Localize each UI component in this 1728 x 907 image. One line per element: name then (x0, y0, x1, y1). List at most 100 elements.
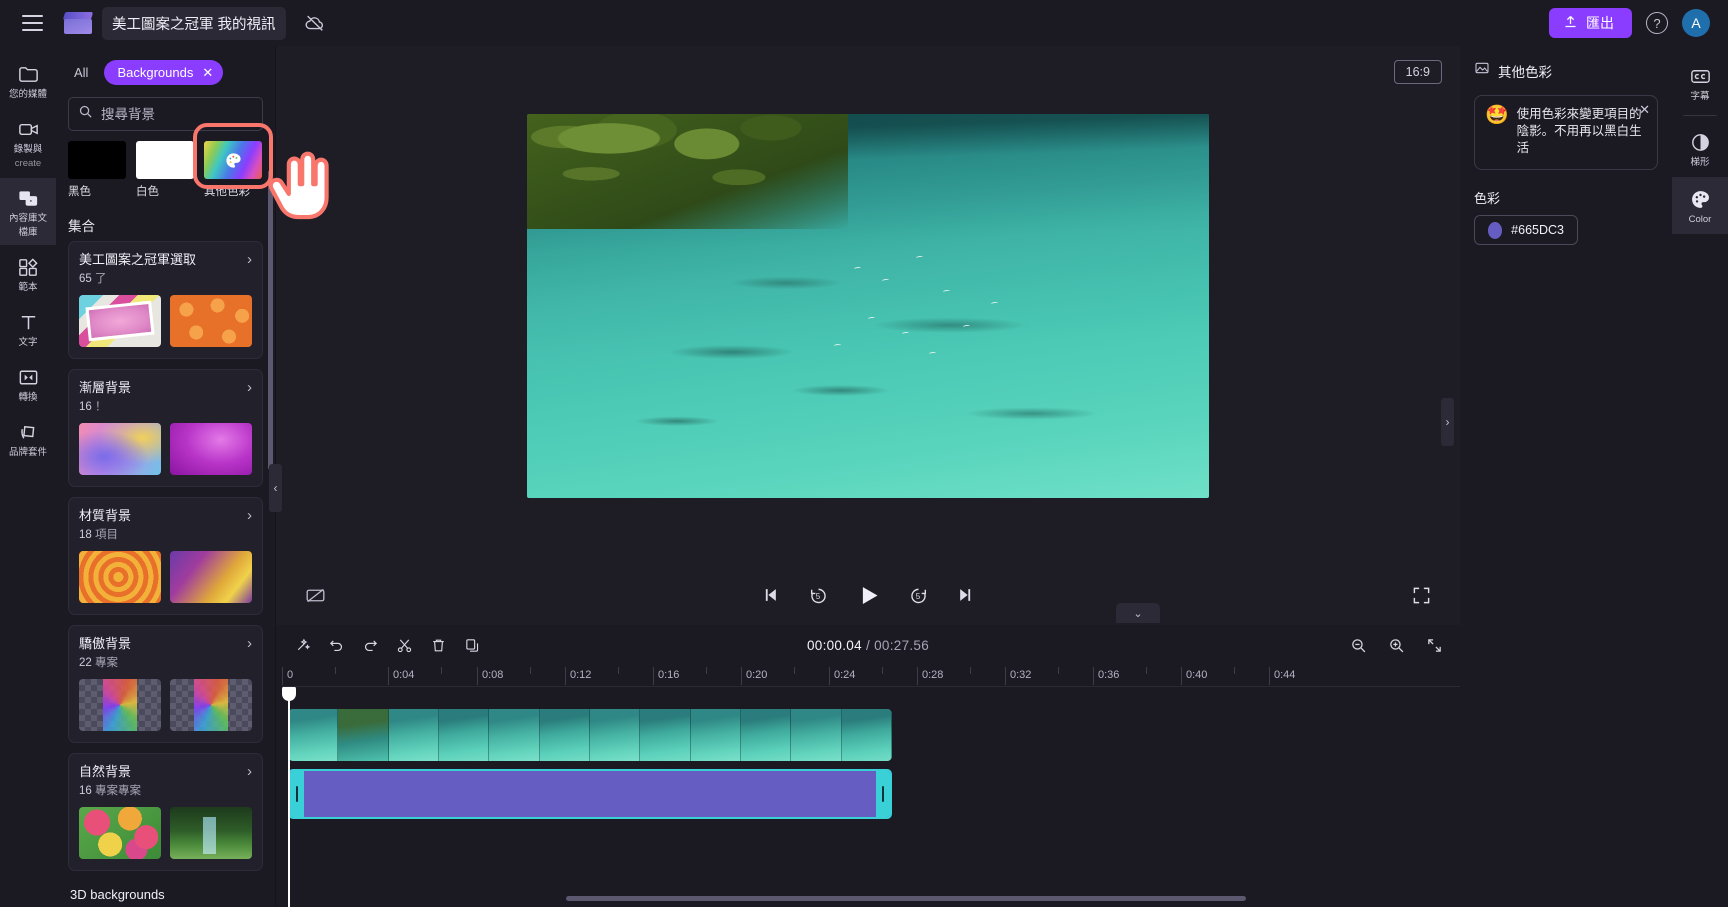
chevron-right-icon[interactable]: › (241, 380, 252, 396)
chevron-right-icon[interactable]: › (241, 636, 252, 652)
collection-name-partial[interactable]: 3D backgrounds (68, 881, 263, 902)
collection-count-number: 65 (79, 273, 92, 285)
timeline-tracks[interactable] (282, 687, 1460, 907)
sidebar-item-text[interactable]: 文字 (0, 302, 56, 355)
project-title[interactable]: 美工圖案之冠軍 我的視訊 (102, 6, 286, 40)
content-panel: All Backgrounds ✕ 黑色 (56, 46, 282, 907)
right-rail-item-fade[interactable]: 梯形 (1672, 120, 1728, 177)
sidebar-label: 您的媒體 (8, 89, 47, 100)
split-icon[interactable] (390, 631, 418, 659)
color-preview-dot (1488, 221, 1503, 239)
captions-off-icon[interactable] (302, 582, 328, 608)
skip-previous-icon[interactable] (757, 582, 783, 608)
collection-thumbnail[interactable] (79, 679, 161, 731)
current-time: 00:00.04 (806, 637, 862, 653)
play-button[interactable] (853, 580, 883, 610)
collection-thumbnail[interactable] (79, 295, 161, 347)
forward-5-icon[interactable]: 5 (905, 582, 931, 608)
sidebar-item-record-create[interactable]: 錄製與 create (0, 109, 56, 176)
avatar[interactable]: A (1682, 9, 1710, 37)
collection-card[interactable]: 美工圖案之冠軍選取 65 了 › (68, 241, 263, 359)
zoom-in-icon[interactable] (1382, 631, 1410, 659)
duplicate-icon[interactable] (458, 631, 486, 659)
swatch-black[interactable]: 黑色 (68, 141, 126, 199)
chip-backgrounds[interactable]: Backgrounds ✕ (104, 60, 224, 85)
search-input[interactable] (101, 106, 253, 122)
transport-controls: 5 5 (757, 580, 979, 610)
fit-to-timeline-icon[interactable] (1420, 631, 1448, 659)
timeline-horizontal-scrollbar[interactable] (566, 896, 1246, 901)
chevron-right-icon[interactable]: › (241, 252, 252, 268)
chevron-right-icon[interactable]: › (241, 508, 252, 524)
collection-thumbnail[interactable] (79, 551, 161, 603)
trim-handle-right[interactable] (876, 771, 890, 817)
collections-scroller[interactable]: 美工圖案之冠軍選取 65 了 › 漸層背景 16 ！ › 材質背景 18 項目 … (56, 241, 275, 907)
export-button[interactable]: 匯出 (1549, 8, 1632, 38)
timeline-collapse-button[interactable]: ⌄ (1116, 603, 1160, 623)
search-box[interactable] (68, 97, 263, 131)
timeline: ⌄ 00:00.04 / 00:27.56 0 0:04 0:08 0:12 0… (276, 603, 1460, 907)
playhead-handle[interactable] (282, 687, 296, 701)
collection-card[interactable]: 材質背景 18 項目 › (68, 497, 263, 615)
color-section-label: 色彩 (1474, 191, 1501, 206)
panel-collapse-left[interactable]: ‹ (269, 464, 282, 512)
collection-count: 16 專案專案 (79, 782, 241, 798)
zoom-out-icon[interactable] (1344, 631, 1372, 659)
collection-thumbnail[interactable] (79, 423, 161, 475)
chevron-right-icon[interactable]: › (241, 764, 252, 780)
rewind-5-icon[interactable]: 5 (805, 582, 831, 608)
swatch-white[interactable]: 白色 (136, 141, 194, 199)
sidebar-label: 範本 (18, 282, 38, 293)
trim-handle-left[interactable] (290, 771, 304, 817)
skip-next-icon[interactable] (953, 582, 979, 608)
collection-count-unit: 項目 (95, 529, 118, 541)
color-picker-chip[interactable]: #665DC3 (1474, 215, 1578, 245)
collection-count-number: 16 (79, 785, 92, 797)
ruler-tick: 0:20 (746, 669, 768, 681)
brand-kit-icon (16, 420, 40, 444)
sidebar-item-transitions[interactable]: 轉換 (0, 357, 56, 410)
timeline-clip-color-selected[interactable] (288, 769, 892, 819)
collection-card[interactable]: 漸層背景 16 ！ › (68, 369, 263, 487)
chip-all[interactable]: All (68, 62, 94, 83)
collection-thumbnail[interactable] (170, 679, 252, 731)
collection-thumbnail[interactable] (170, 551, 252, 603)
close-icon[interactable]: ✕ (202, 66, 213, 79)
cloud-off-icon[interactable] (298, 8, 332, 38)
clipchamp-logo (62, 12, 94, 34)
timeline-ruler[interactable]: 0 0:04 0:08 0:12 0:16 0:20 0:24 0:28 0:3… (282, 665, 1460, 687)
ruler-tick: 0:24 (834, 669, 856, 681)
sidebar-item-your-media[interactable]: 您的媒體 (0, 54, 56, 107)
collection-card[interactable]: 自然背景 16 專案專案 › (68, 753, 263, 871)
collection-thumbnail[interactable] (79, 807, 161, 859)
right-rail-item-captions[interactable]: 字幕 (1672, 54, 1728, 111)
panel-collapse-right[interactable]: › (1441, 398, 1454, 446)
sidebar-item-content-library[interactable]: 內容庫文 檔庫 (0, 178, 56, 245)
delete-icon[interactable] (424, 631, 452, 659)
time-separator: / (865, 637, 871, 653)
undo-icon[interactable] (322, 631, 350, 659)
collection-thumbnail[interactable] (170, 295, 252, 347)
sidebar-item-templates[interactable]: 範本 (0, 247, 56, 300)
timeline-toolbar: 00:00.04 / 00:27.56 (276, 625, 1460, 665)
fullscreen-icon[interactable] (1408, 582, 1434, 608)
right-rail-item-color[interactable]: Color (1672, 177, 1728, 234)
aspect-ratio-badge[interactable]: 16:9 (1393, 60, 1442, 84)
collection-card[interactable]: 驕傲背景 22 專案 › (68, 625, 263, 743)
panel-scrollbar[interactable] (268, 170, 273, 470)
collection-thumbnail[interactable] (170, 423, 252, 475)
collection-thumbnail[interactable] (170, 807, 252, 859)
sidebar-item-brand-kit[interactable]: 品牌套件 (0, 412, 56, 465)
palette-icon (224, 151, 243, 170)
redo-icon[interactable] (356, 631, 384, 659)
magic-wand-icon[interactable] (288, 631, 316, 659)
hamburger-icon[interactable] (12, 7, 52, 39)
help-button[interactable]: ? (1646, 12, 1668, 34)
playhead[interactable] (282, 687, 296, 907)
swatch-more-colors[interactable]: 其他色彩 (204, 141, 262, 199)
timeline-clip-video[interactable] (288, 709, 892, 761)
close-icon[interactable]: ✕ (1639, 102, 1650, 118)
star-struck-emoji: 🤩 (1485, 105, 1509, 126)
video-preview[interactable] (527, 113, 1209, 498)
sidebar-label: 錄製與 (13, 144, 43, 155)
